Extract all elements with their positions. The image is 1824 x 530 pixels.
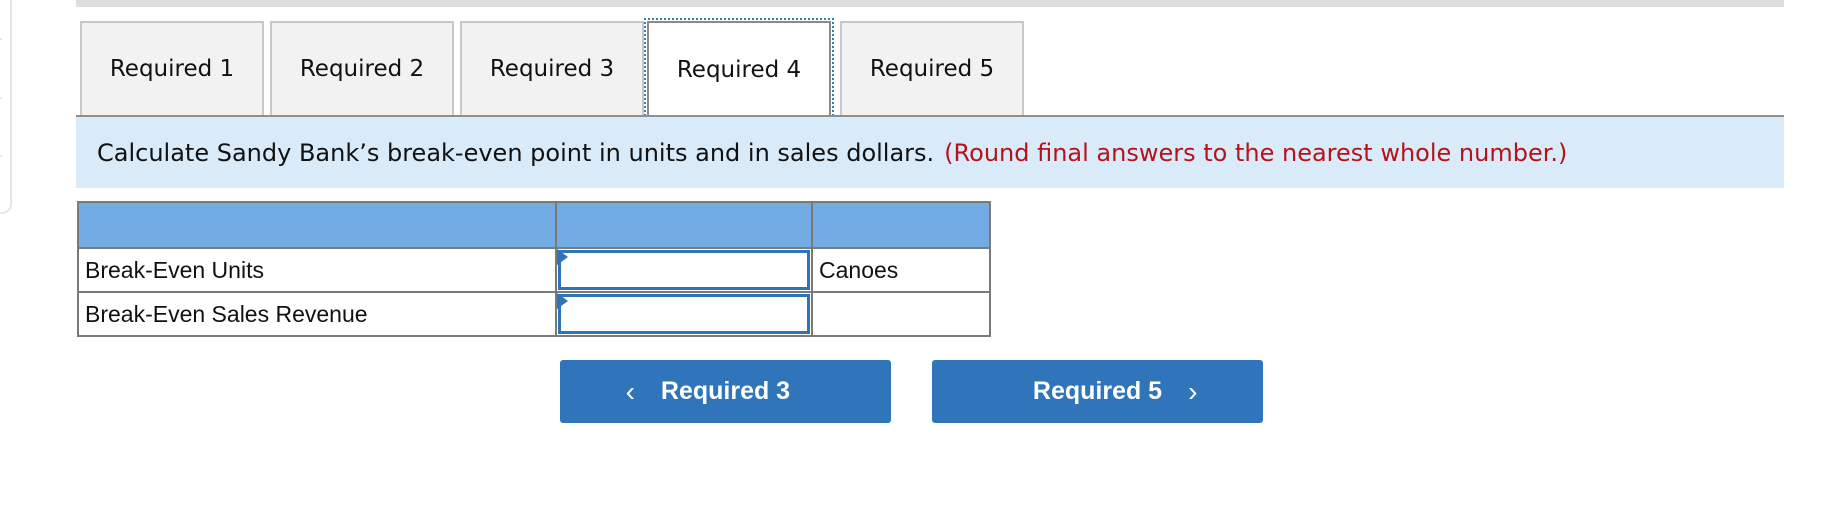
header-cell [77,201,557,249]
rounding-note: (Round final answers to the nearest whol… [944,138,1568,167]
tab-required-2[interactable]: Required 2 [270,21,454,115]
chevron-left-icon: ‹ [625,375,635,407]
side-divider [0,97,2,99]
answer-cell [555,247,813,293]
header-cell [555,201,813,249]
next-button-label: Required 5 [1032,377,1163,405]
answer-cell [555,291,813,337]
break-even-units-input[interactable] [561,253,807,287]
side-divider [0,155,2,157]
answer-table: Break-Even Units Canoes Break-Even Sales… [77,201,991,337]
unit-label: Canoes [811,247,991,293]
next-required-button[interactable]: ‹ Required 5 › [932,360,1263,423]
header-cell [811,201,991,249]
break-even-sales-input[interactable] [561,297,807,331]
prev-required-button[interactable]: ‹ Required 3 › [560,360,891,423]
prev-button-label: Required 3 [660,377,791,405]
unit-label [811,291,991,337]
chevron-right-icon: › [1188,375,1198,407]
table-row: Break-Even Units Canoes [77,247,991,293]
top-bar [76,0,1784,7]
break-even-sales-input-box [558,294,810,334]
instruction-banner: Calculate Sandy Bank’s break-even point … [76,117,1784,188]
tab-required-5[interactable]: Required 5 [840,21,1024,115]
tab-required-3[interactable]: Required 3 [460,21,644,115]
break-even-units-input-box [558,250,810,290]
table-row: Break-Even Sales Revenue [77,291,991,337]
tab-required-1[interactable]: Required 1 [80,21,264,115]
table-header-row [77,201,991,249]
input-flag-icon [557,293,568,309]
input-flag-icon [557,249,568,265]
side-divider [0,38,2,40]
side-panel [0,0,12,214]
row-label: Break-Even Sales Revenue [77,291,557,337]
row-label: Break-Even Units [77,247,557,293]
instruction-text: Calculate Sandy Bank’s break-even point … [97,138,935,167]
tab-required-4[interactable]: Required 4 [644,18,834,120]
